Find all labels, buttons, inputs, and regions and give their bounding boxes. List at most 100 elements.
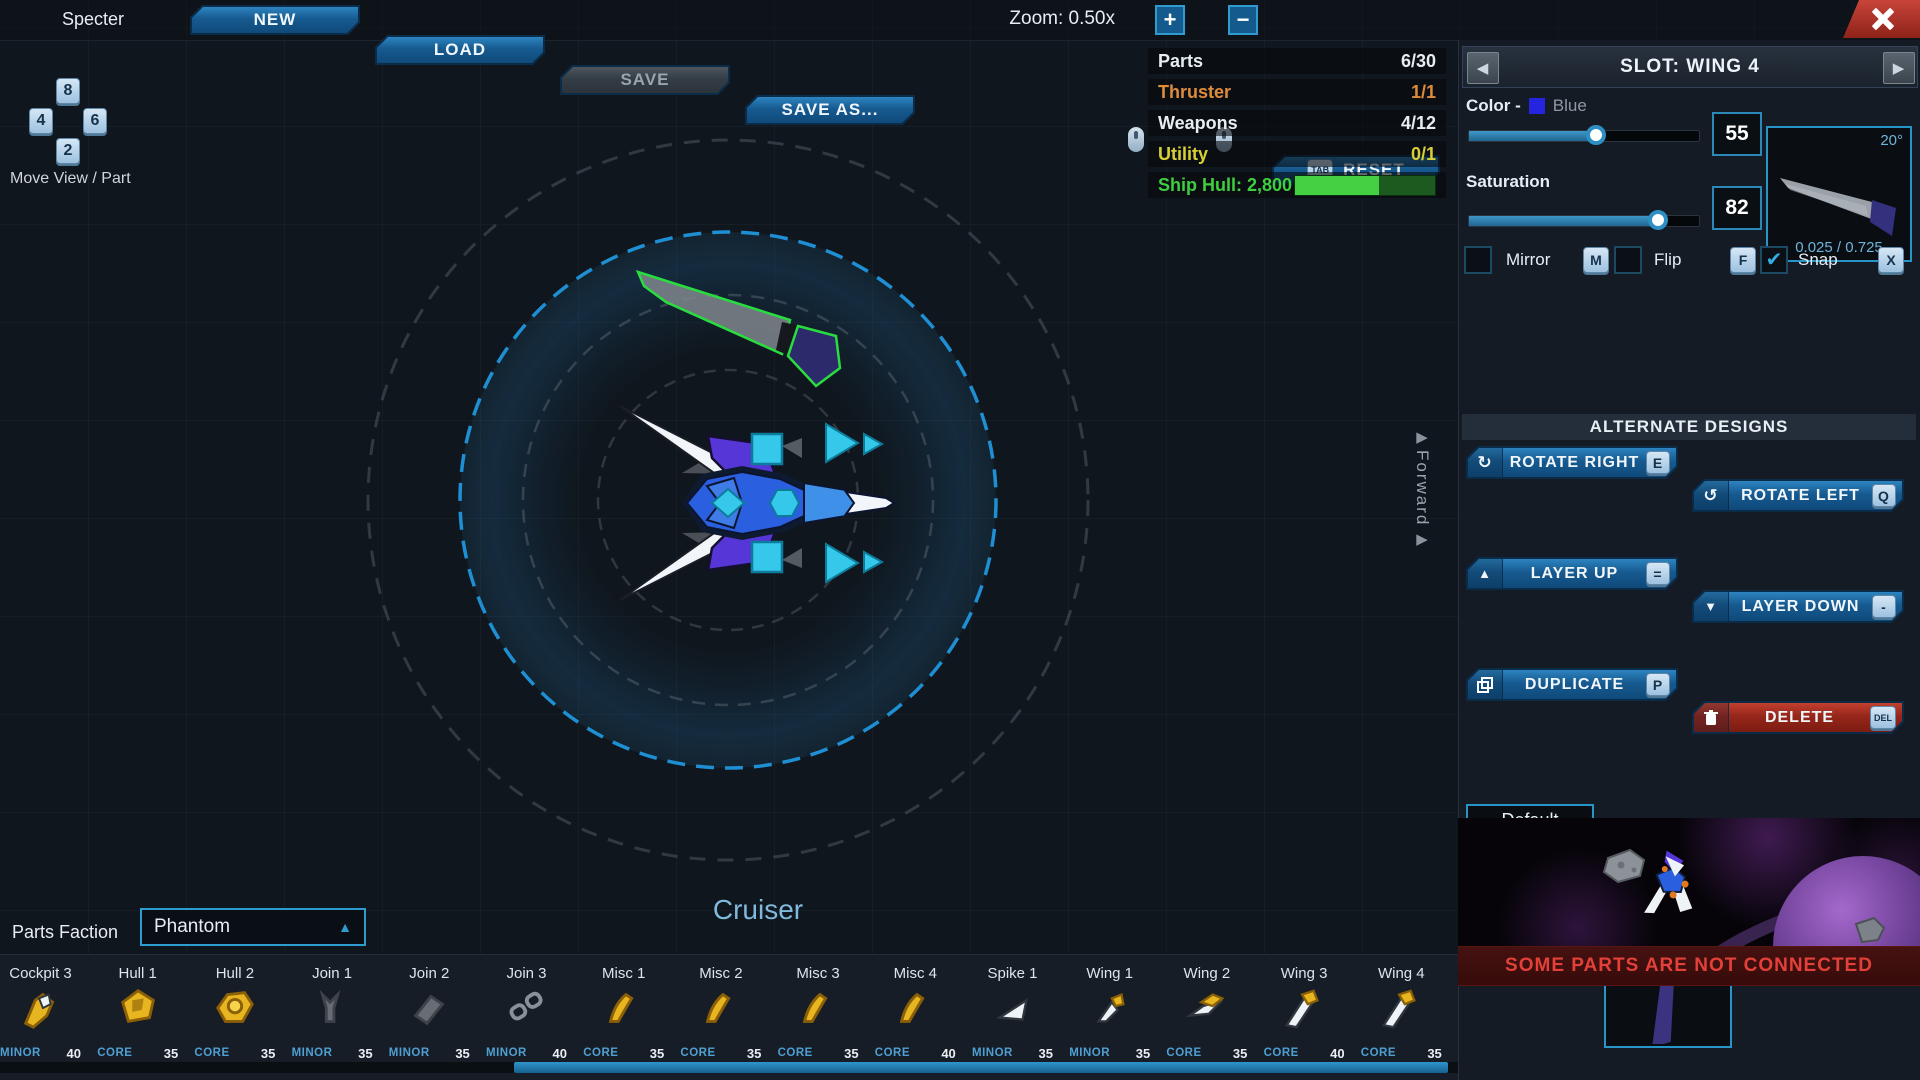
part-icon xyxy=(1087,985,1133,1031)
part-icon xyxy=(115,985,161,1031)
save-as-button[interactable]: SAVE AS... xyxy=(745,95,915,125)
hull-bar-fill xyxy=(1295,176,1379,195)
part-tile-join-1[interactable]: Join 1 MINOR 35 xyxy=(284,955,381,1065)
forward-arrow-icon: ▶ xyxy=(1416,530,1428,548)
snap-label: Snap xyxy=(1798,250,1838,270)
stat-value: 1/1 xyxy=(1411,82,1436,103)
selected-wing-part[interactable] xyxy=(630,262,850,407)
part-type-badge: CORE xyxy=(583,1047,618,1059)
part-type-badge: MINOR xyxy=(0,1047,41,1059)
part-name: Wing 1 xyxy=(1061,965,1158,982)
part-name: Join 1 xyxy=(284,965,381,982)
save-button[interactable]: SAVE xyxy=(560,65,730,95)
part-type-badge: CORE xyxy=(1264,1047,1299,1059)
part-name: Spike 1 xyxy=(964,965,1061,982)
saturation-slider[interactable] xyxy=(1468,215,1700,227)
stat-label: Parts xyxy=(1158,51,1203,72)
snap-checkbox[interactable]: ✔ xyxy=(1760,246,1788,274)
numpad-2-keycap: 2 xyxy=(56,138,80,164)
part-name: Misc 2 xyxy=(672,965,769,982)
part-name: Join 2 xyxy=(381,965,478,982)
part-type-badge: CORE xyxy=(680,1047,715,1059)
part-type-badge: MINOR xyxy=(292,1047,333,1059)
slot-title: SLOT: WING 4 xyxy=(1620,56,1760,78)
saturation-value-box[interactable]: 82 xyxy=(1712,186,1762,230)
duplicate-button[interactable]: DUPLICATEP xyxy=(1466,668,1678,701)
rotate-right-button[interactable]: ↻ROTATE RIGHTE xyxy=(1466,446,1678,479)
new-button[interactable]: NEW xyxy=(190,5,360,35)
hue-value-box[interactable]: 55 xyxy=(1712,112,1762,156)
part-tile-cockpit-3[interactable]: Cockpit 3 MINOR 40 xyxy=(0,955,89,1065)
part-tile-misc-2[interactable]: Misc 2 CORE 35 xyxy=(672,955,769,1065)
part-name: Hull 1 xyxy=(89,965,186,982)
parts-scrollbar-thumb[interactable] xyxy=(514,1062,1448,1073)
part-tile-hull-2[interactable]: Hull 2 CORE 35 xyxy=(186,955,283,1065)
rotate-ccw-icon: ↺ xyxy=(1694,481,1729,510)
layer-up-button[interactable]: ▲LAYER UP= xyxy=(1466,557,1678,590)
part-tile-misc-1[interactable]: Misc 1 CORE 35 xyxy=(575,955,672,1065)
part-tile-join-2[interactable]: Join 2 MINOR 35 xyxy=(381,955,478,1065)
part-tile-spike-1[interactable]: Spike 1 MINOR 35 xyxy=(964,955,1061,1065)
part-name: Join 3 xyxy=(478,965,575,982)
stat-row-thruster: Thruster1/1 xyxy=(1148,79,1446,105)
part-tile-wing-4[interactable]: Wing 4 CORE 35 xyxy=(1353,955,1450,1065)
part-cost: 35 xyxy=(455,1046,469,1061)
part-name: Wing 3 xyxy=(1256,965,1353,982)
ship-design[interactable] xyxy=(612,378,912,628)
part-type-badge: CORE xyxy=(1166,1047,1201,1059)
mirror-keycap: M xyxy=(1583,247,1609,273)
part-name: Hull 2 xyxy=(186,965,283,982)
part-tile-wing-1[interactable]: Wing 1 MINOR 35 xyxy=(1061,955,1158,1065)
part-tile-join-3[interactable]: Join 3 MINOR 40 xyxy=(478,955,575,1065)
part-name: Misc 4 xyxy=(867,965,964,982)
parts-scrollbar-track[interactable] xyxy=(0,1062,1458,1073)
mirror-checkbox[interactable]: ✔ xyxy=(1464,246,1492,274)
part-type-badge: MINOR xyxy=(972,1047,1013,1059)
duplicate-icon xyxy=(1468,670,1503,699)
forward-arrow-icon: ▶ xyxy=(1416,428,1428,446)
saturation-slider-thumb[interactable] xyxy=(1648,210,1668,230)
ship-stats-panel: Parts6/30 Thruster1/1 Weapons4/12 Utilit… xyxy=(1148,48,1446,198)
keycap: E xyxy=(1646,451,1670,474)
hull-bar xyxy=(1294,175,1436,196)
part-preview: 20° 0.025 / 0.725 xyxy=(1766,126,1912,262)
part-type-badge: CORE xyxy=(194,1047,229,1059)
part-icon xyxy=(406,985,452,1031)
part-cost: 35 xyxy=(844,1046,858,1061)
keycap: - xyxy=(1872,595,1896,618)
part-name: Misc 1 xyxy=(575,965,672,982)
next-slot-button[interactable]: ▶ xyxy=(1883,52,1915,84)
ship-class-label: Cruiser xyxy=(608,894,908,926)
part-tile-misc-3[interactable]: Misc 3 CORE 35 xyxy=(770,955,867,1065)
move-hint-label: Move View / Part xyxy=(10,170,131,188)
load-button[interactable]: LOAD xyxy=(375,35,545,65)
part-type-badge: MINOR xyxy=(486,1047,527,1059)
zoom-level: Zoom: 0.50x xyxy=(1000,8,1115,30)
hue-slider-thumb[interactable] xyxy=(1586,125,1606,145)
part-tile-hull-1[interactable]: Hull 1 CORE 35 xyxy=(89,955,186,1065)
keycap: Q xyxy=(1872,484,1896,507)
part-icon xyxy=(698,985,744,1031)
right-arrow-icon: ▶ xyxy=(1893,59,1906,77)
rotate-left-button[interactable]: ↺ROTATE LEFTQ xyxy=(1692,479,1904,512)
part-cost: 35 xyxy=(1233,1046,1247,1061)
close-button[interactable] xyxy=(1843,0,1920,38)
mirror-label: Mirror xyxy=(1506,250,1550,270)
layer-down-button[interactable]: ▼LAYER DOWN- xyxy=(1692,590,1904,623)
flip-checkbox[interactable]: ✔ xyxy=(1614,246,1642,274)
hue-slider[interactable] xyxy=(1468,130,1700,142)
stat-row-hull: Ship Hull: 2,800 xyxy=(1148,172,1446,198)
part-tile-misc-4[interactable]: Misc 4 CORE 40 xyxy=(867,955,964,1065)
part-type-badge: CORE xyxy=(778,1047,813,1059)
part-cost: 35 xyxy=(1427,1046,1441,1061)
prev-slot-button[interactable]: ◀ xyxy=(1467,52,1499,84)
rotate-cw-icon: ↻ xyxy=(1468,448,1503,477)
delete-button[interactable]: DELETEDEL xyxy=(1692,701,1904,734)
zoom-out-button[interactable]: − xyxy=(1228,5,1258,35)
part-tile-wing-2[interactable]: Wing 2 CORE 35 xyxy=(1158,955,1255,1065)
parts-faction-dropdown[interactable]: Phantom ▲ xyxy=(140,908,366,946)
flip-keycap: F xyxy=(1730,247,1756,273)
zoom-in-button[interactable]: + xyxy=(1155,5,1185,35)
part-name: Wing 4 xyxy=(1353,965,1450,982)
part-tile-wing-3[interactable]: Wing 3 CORE 40 xyxy=(1256,955,1353,1065)
